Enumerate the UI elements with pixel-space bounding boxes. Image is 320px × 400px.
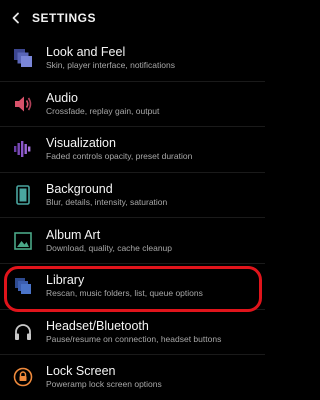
- item-subtitle: Rescan, music folders, list, queue optio…: [46, 288, 203, 299]
- settings-item-look-and-feel[interactable]: Look and Feel Skin, player interface, no…: [0, 36, 265, 82]
- settings-item-album-art[interactable]: Album Art Download, quality, cache clean…: [0, 218, 265, 264]
- phone-frame-icon: [16, 185, 30, 205]
- layers-icon: [14, 49, 32, 68]
- item-title: Headset/Bluetooth: [46, 318, 149, 333]
- item-title: Lock Screen: [46, 364, 116, 379]
- item-title: Album Art: [46, 227, 101, 242]
- settings-item-visualization[interactable]: Visualization Faded controls opacity, pr…: [0, 127, 265, 173]
- item-title: Visualization: [46, 136, 116, 151]
- item-subtitle: Blur, details, intensity, saturation: [46, 197, 168, 208]
- item-title: Background: [46, 182, 113, 197]
- item-subtitle: Skin, player interface, notifications: [46, 60, 175, 71]
- settings-item-lock-screen[interactable]: Lock Screen Poweramp lock screen options: [0, 355, 265, 400]
- item-title: Look and Feel: [46, 45, 126, 60]
- settings-list: Look and Feel Skin, player interface, no…: [0, 36, 265, 400]
- chevron-left-icon: [12, 12, 19, 24]
- item-subtitle: Pause/resume on connection, headset butt…: [46, 333, 222, 344]
- headset-icon: [15, 323, 31, 340]
- library-stack-icon: [15, 278, 31, 295]
- settings-item-headset-bluetooth[interactable]: Headset/Bluetooth Pause/resume on connec…: [0, 310, 265, 356]
- lock-icon: [13, 368, 33, 387]
- item-subtitle: Poweramp lock screen options: [46, 379, 162, 390]
- settings-item-background[interactable]: Background Blur, details, intensity, sat…: [0, 173, 265, 219]
- speaker-icon: [15, 96, 32, 112]
- item-title: Audio: [46, 90, 78, 105]
- image-icon: [14, 231, 32, 250]
- item-title: Library: [46, 273, 85, 288]
- page-title: SETTINGS: [32, 11, 97, 25]
- back-button[interactable]: [0, 0, 32, 36]
- app-bar: SETTINGS: [0, 0, 265, 36]
- settings-item-audio[interactable]: Audio Crossfade, replay gain, output: [0, 82, 265, 128]
- item-subtitle: Crossfade, replay gain, output: [46, 105, 160, 116]
- item-subtitle: Faded controls opacity, preset duration: [46, 151, 193, 162]
- item-subtitle: Download, quality, cache cleanup: [46, 242, 173, 253]
- equalizer-bars-icon: [14, 141, 31, 158]
- settings-item-library[interactable]: Library Rescan, music folders, list, que…: [0, 264, 265, 310]
